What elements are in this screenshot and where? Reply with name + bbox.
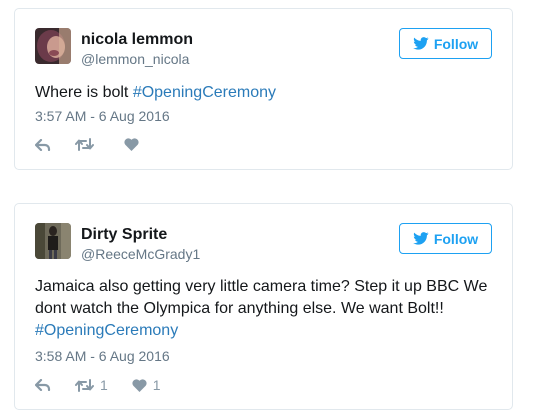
like-count: 1 [152, 377, 161, 393]
follow-button[interactable]: Follow [399, 28, 492, 59]
heart-icon [132, 378, 147, 392]
hashtag-link[interactable]: #OpeningCeremony [35, 322, 178, 339]
user-info: Dirty Sprite @ReeceMcGrady1 [81, 225, 200, 263]
tweet-text-body: Where is bolt [35, 84, 133, 101]
like-button[interactable]: 1 [132, 377, 161, 393]
retweet-button[interactable]: 1 [75, 377, 108, 393]
tweet-actions [35, 138, 169, 151]
handle[interactable]: @lemmon_nicola [81, 50, 193, 68]
reply-icon [35, 138, 51, 151]
hashtag-link[interactable]: #OpeningCeremony [133, 84, 276, 101]
timestamp[interactable]: 3:58 AM - 6 Aug 2016 [35, 348, 170, 364]
heart-icon [124, 138, 139, 151]
timestamp[interactable]: 3:57 AM - 6 Aug 2016 [35, 108, 170, 124]
follow-label: Follow [433, 230, 479, 247]
user-info: nicola lemmon @lemmon_nicola [81, 30, 193, 68]
tweet-card: nicola lemmon @lemmon_nicola Follow Wher… [14, 8, 513, 170]
retweet-button[interactable] [75, 138, 100, 151]
like-button[interactable] [124, 138, 145, 151]
tweet-actions: 1 1 [35, 377, 185, 393]
tweet-text-body: Jamaica also getting very little camera … [35, 278, 488, 317]
display-name[interactable]: Dirty Sprite [81, 225, 200, 244]
reply-button[interactable] [35, 379, 51, 391]
follow-button[interactable]: Follow [399, 223, 492, 254]
tweet-text: Where is bolt #OpeningCeremony [35, 82, 492, 104]
twitter-bird-icon [413, 232, 429, 245]
twitter-bird-icon [413, 37, 429, 50]
display-name[interactable]: nicola lemmon [81, 30, 193, 49]
retweet-icon [75, 138, 94, 151]
avatar[interactable] [35, 28, 71, 64]
avatar[interactable] [35, 223, 71, 259]
tweet-text: Jamaica also getting very little camera … [35, 276, 492, 342]
retweet-icon [75, 378, 94, 392]
follow-label: Follow [433, 35, 479, 52]
reply-button[interactable] [35, 138, 51, 151]
tweet-card: Dirty Sprite @ReeceMcGrady1 Follow Jamai… [14, 203, 513, 410]
reply-icon [35, 379, 51, 391]
retweet-count: 1 [100, 377, 108, 393]
handle[interactable]: @ReeceMcGrady1 [81, 245, 200, 263]
